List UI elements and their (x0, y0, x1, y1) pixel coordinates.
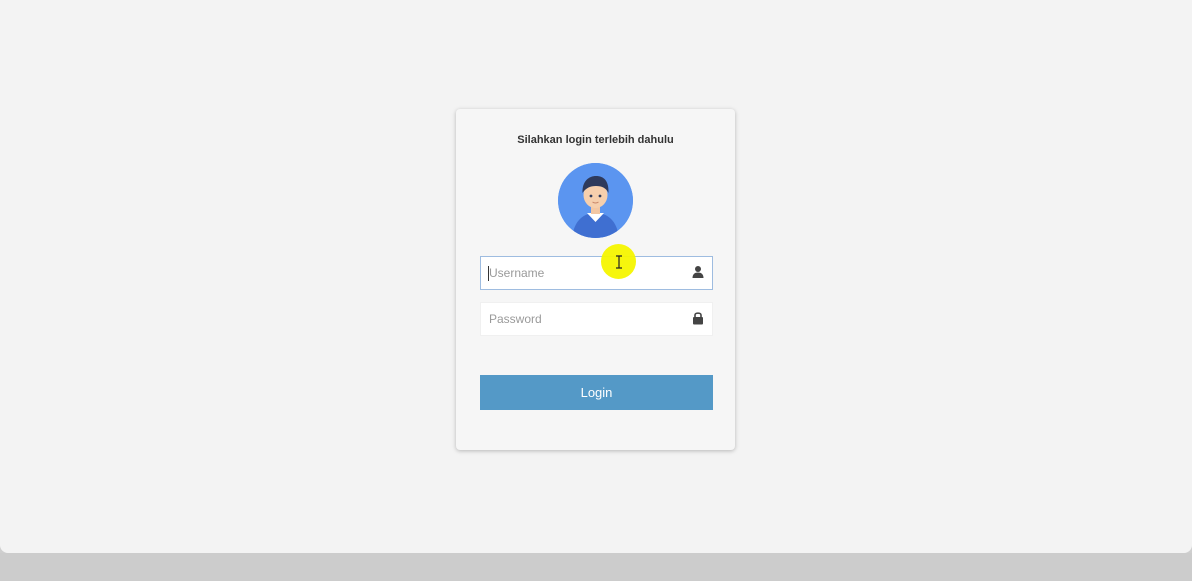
login-button[interactable]: Login (480, 375, 713, 410)
username-field[interactable] (480, 256, 713, 290)
text-cursor-icon (616, 255, 622, 269)
password-field[interactable] (480, 302, 713, 336)
username-input[interactable] (481, 257, 689, 289)
user-icon (692, 266, 704, 278)
login-card: Silahkan login terlebih dahulu Username … (456, 109, 735, 450)
login-title: Silahkan login terlebih dahulu (517, 134, 674, 146)
text-caret (488, 266, 489, 281)
password-input[interactable] (481, 303, 689, 335)
avatar-illustration (558, 163, 633, 238)
user-avatar-icon (558, 163, 633, 238)
window-bottom-strip (0, 553, 1192, 581)
lock-icon (693, 312, 703, 325)
login-page: Silahkan login terlebih dahulu Username … (0, 0, 1192, 553)
